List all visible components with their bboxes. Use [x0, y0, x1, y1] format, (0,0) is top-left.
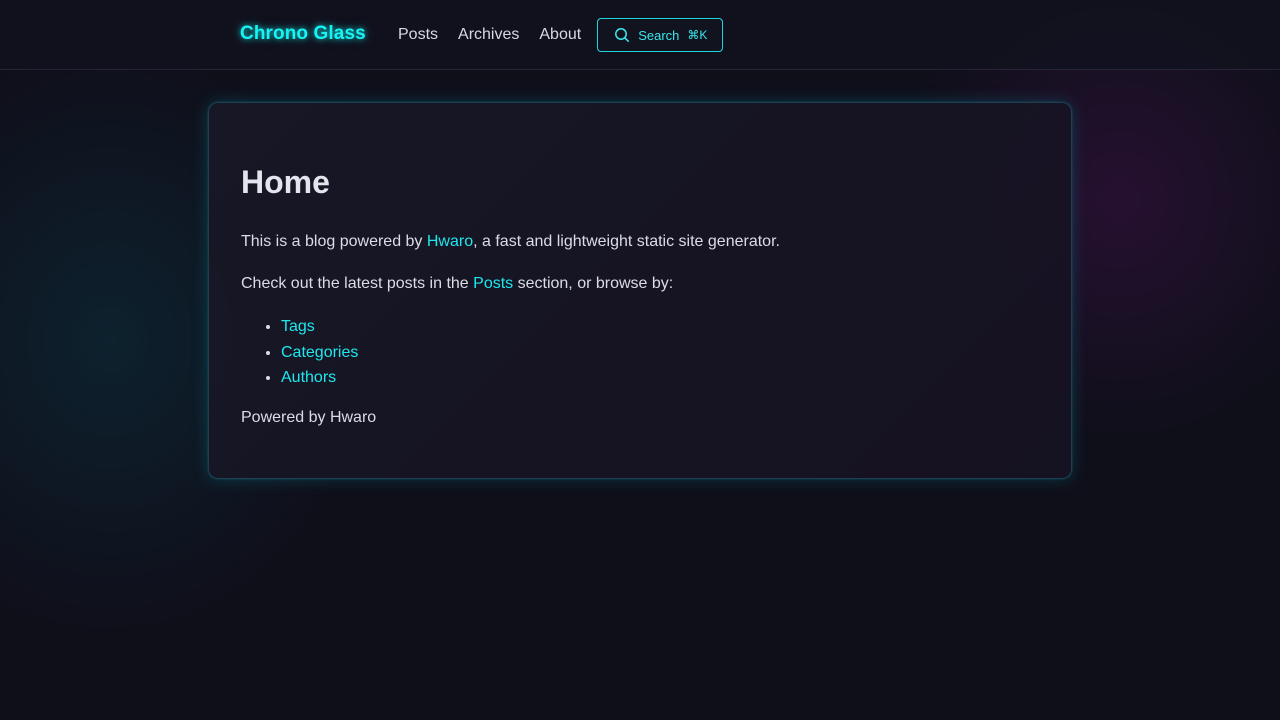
page-title: Home [241, 164, 330, 200]
browse-text-after: section, or browse by: [513, 275, 674, 292]
nav-archives-link[interactable]: Archives [458, 26, 519, 44]
content-card: Home This is a blog powered by Hwaro, a … [208, 102, 1072, 479]
search-shortcut-hint: ⌘K [687, 28, 708, 42]
nav-posts-link[interactable]: Posts [398, 26, 438, 44]
authors-link[interactable]: Authors [281, 369, 336, 386]
site-header: Chrono Glass Posts Archives About Search… [0, 0, 1280, 70]
nav-about-link[interactable]: About [539, 26, 581, 44]
list-item: Categories [281, 340, 358, 366]
search-label: Search [638, 27, 680, 43]
main-nav: Posts Archives About Search ⌘K [398, 18, 724, 52]
site-brand-link[interactable]: Chrono Glass [240, 23, 366, 45]
tags-link[interactable]: Tags [281, 318, 315, 335]
browse-text-before: Check out the latest posts in the [241, 275, 474, 292]
powered-by-text: Powered by Hwaro [241, 409, 377, 426]
list-item: Authors [281, 365, 358, 391]
browse-paragraph: Check out the latest posts in the Posts … [241, 273, 673, 295]
search-button[interactable]: Search ⌘K [597, 18, 724, 52]
intro-text-before: This is a blog powered by [241, 233, 427, 250]
posts-section-link[interactable]: Posts [473, 275, 513, 292]
browse-list: Tags Categories Authors [241, 314, 358, 391]
intro-text-after: , a fast and lightweight static site gen… [473, 233, 780, 250]
hwaro-link[interactable]: Hwaro [427, 233, 473, 250]
search-icon [615, 28, 630, 42]
list-item: Tags [281, 314, 358, 340]
intro-paragraph: This is a blog powered by Hwaro, a fast … [241, 231, 780, 253]
categories-link[interactable]: Categories [281, 344, 358, 361]
